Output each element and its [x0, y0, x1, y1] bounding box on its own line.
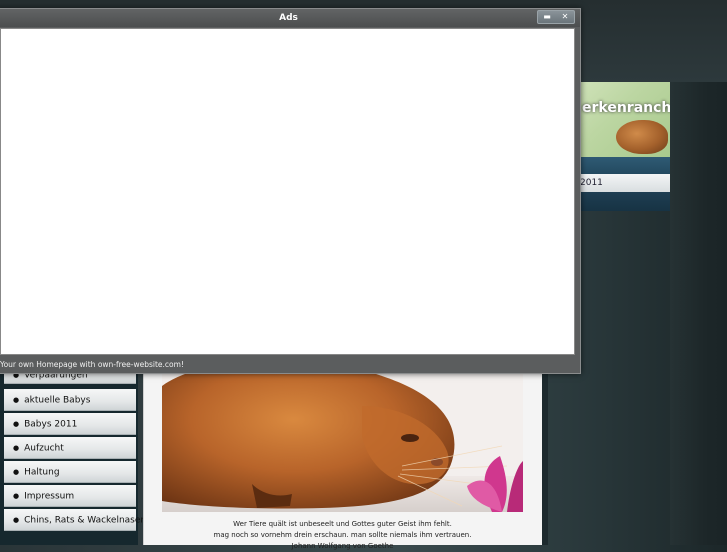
ads-footer-link[interactable]: Your own Homepage with own-free-website.…	[0, 359, 184, 371]
nav-strip-lower	[580, 192, 670, 211]
bullet-icon: ●	[13, 396, 20, 404]
content-edge	[542, 360, 548, 545]
menu-item-label: Haltung	[24, 467, 60, 478]
quote-line-2: mag noch so vornehm drein erschaun. man …	[213, 531, 472, 539]
nav-item-label: 2011	[580, 178, 603, 188]
menu-item-aufzucht[interactable]: ● Aufzucht	[4, 437, 136, 459]
guinea-pig-photo	[162, 366, 523, 512]
guinea-pig-image	[616, 120, 668, 154]
close-icon[interactable]: ✕	[556, 11, 574, 23]
minimize-icon[interactable]: ▬	[538, 11, 556, 23]
bullet-icon: ●	[13, 492, 20, 500]
window-controls: ▬ ✕	[537, 10, 575, 24]
ads-window-title: Ads	[279, 13, 298, 23]
bullet-icon: ●	[13, 420, 20, 428]
menu-item-label: Aufzucht	[24, 443, 64, 454]
menu-item-impressum[interactable]: ● Impressum	[4, 485, 136, 507]
menu-item-haltung[interactable]: ● Haltung	[4, 461, 136, 483]
menu-item-chins-rats[interactable]: ● Chins, Rats & Wackelnasen	[4, 509, 146, 531]
quote-line-1: Wer Tiere quält ist unbeseelt und Gottes…	[233, 520, 452, 528]
bullet-icon: ●	[13, 516, 20, 524]
bullet-icon: ●	[13, 444, 20, 452]
nav-strip	[580, 157, 670, 174]
ads-titlebar[interactable]: Ads ▬ ✕	[0, 9, 580, 27]
menu-item-label: Babys 2011	[24, 419, 78, 430]
ads-window[interactable]: Ads ▬ ✕ Your own Homepage with own-free-…	[0, 8, 581, 374]
menu-item-aktuelle-babys[interactable]: ● aktuelle Babys	[4, 389, 136, 411]
menu-item-label: Impressum	[24, 491, 75, 502]
quote-line-3: Johann Wolfgang von Goethe	[291, 542, 394, 550]
ads-content-area[interactable]	[0, 28, 575, 355]
bullet-icon: ●	[13, 468, 20, 476]
banner-title: erkenranch	[582, 100, 670, 116]
menu-item-babys-2011[interactable]: ● Babys 2011	[4, 413, 136, 435]
menu-item-label: aktuelle Babys	[24, 395, 91, 406]
nav-item-2011[interactable]: 2011	[580, 174, 670, 192]
menu-item-label: Chins, Rats & Wackelnasen	[24, 515, 147, 526]
site-banner: erkenranch	[580, 82, 670, 157]
site-right-border	[670, 82, 727, 545]
goethe-quote: Wer Tiere quält ist unbeseelt und Gottes…	[143, 519, 542, 552]
guinea-pig-illustration	[162, 366, 523, 512]
